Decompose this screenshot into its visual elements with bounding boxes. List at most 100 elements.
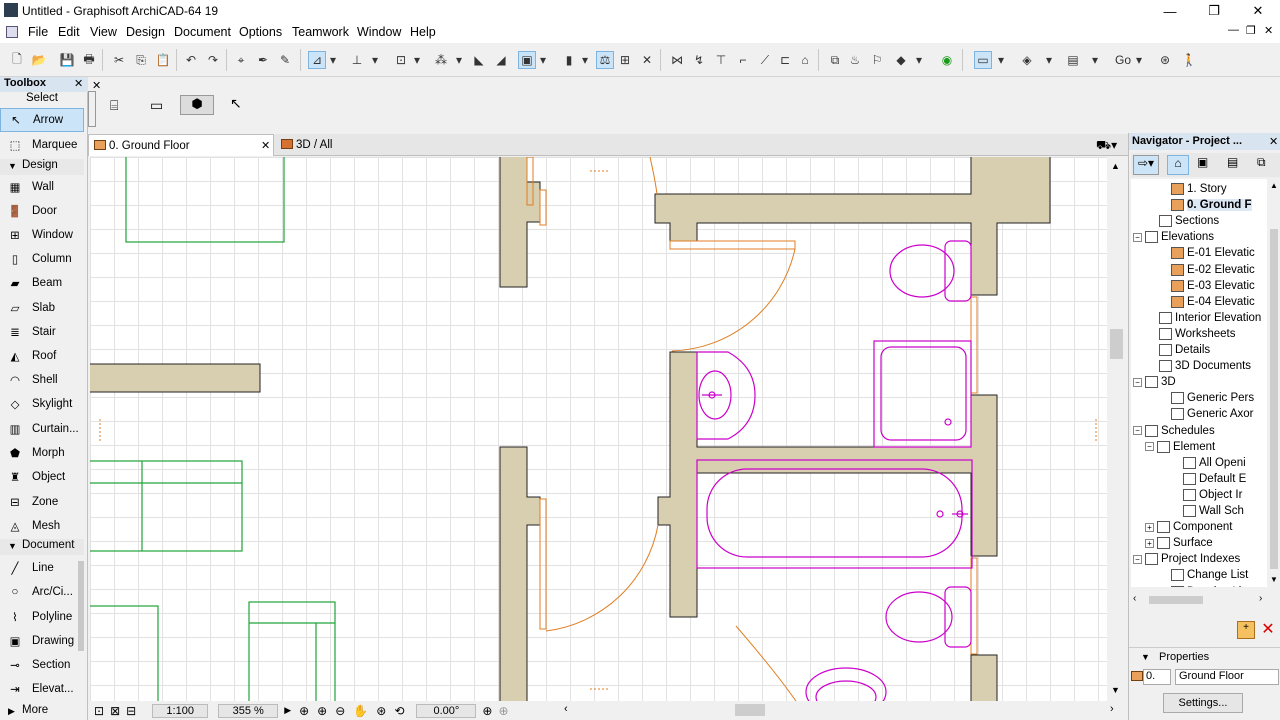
navigator-close-icon[interactable]: ✕ (1269, 135, 1278, 148)
mdi-close-icon[interactable]: ✕ (1264, 24, 1273, 37)
navigator-item[interactable]: E-02 Elevatic (1171, 262, 1255, 278)
grid-snap-dropdown-icon[interactable]: ▾ (454, 51, 464, 69)
menu-options[interactable]: Options (239, 25, 282, 39)
orientation-field[interactable]: 0.00° (416, 703, 477, 718)
tool-object[interactable]: ♜ Object (0, 465, 84, 489)
settings-button[interactable]: Settings... (1163, 693, 1243, 713)
tree-toggle-icon[interactable]: − (1133, 232, 1142, 242)
navigator-item[interactable]: 0. Ground F (1171, 197, 1252, 213)
vertical-scroll-thumb[interactable] (1110, 329, 1123, 359)
tool-line[interactable]: ╱ Line (0, 556, 84, 580)
pen-icon[interactable]: ◢ (492, 51, 510, 69)
more-section-header[interactable]: ▶ More (0, 704, 84, 720)
canvas-vertical-scrollbar[interactable]: ▲ ▼ (1107, 157, 1126, 701)
navigator-item[interactable]: + Surface (1145, 535, 1213, 551)
tool-wall[interactable]: ▦ Wall (0, 175, 84, 199)
story-name-field[interactable]: Ground Floor (1175, 669, 1279, 685)
navigator-item[interactable]: Change List (1171, 567, 1248, 583)
find-select-icon[interactable]: ⌖ (232, 51, 250, 69)
navigator-h-scroll-thumb[interactable] (1149, 596, 1203, 604)
navigator-item[interactable]: Sections (1159, 213, 1219, 229)
tab-list-icon[interactable]: ⛟▾ (1096, 138, 1117, 154)
zoom-previous-icon[interactable]: ⊕ (498, 704, 508, 718)
navigator-item[interactable]: − Elevations (1133, 229, 1214, 245)
print-icon[interactable]: 🖶 (80, 51, 98, 69)
tool-arc-circle[interactable]: ○ Arc/Ci... (0, 580, 84, 604)
floor-plan-canvas[interactable] (90, 157, 1107, 701)
tool-roof[interactable]: ◭ Roof (0, 344, 84, 368)
element-view-icon[interactable]: ⧉ (826, 51, 844, 69)
tree-toggle-icon[interactable]: − (1145, 442, 1154, 452)
pan-icon[interactable]: ✋ (353, 704, 368, 718)
redo-icon[interactable]: ↷ (204, 51, 222, 69)
design-section-header[interactable]: ▼ Design (0, 159, 84, 175)
zoom-field[interactable]: 355 % (218, 703, 279, 718)
horizontal-scroll-thumb[interactable] (735, 704, 765, 716)
tool-window[interactable]: ⊞ Window (0, 223, 84, 247)
navigator-item[interactable]: E-01 Elevatic (1171, 245, 1255, 261)
split-icon[interactable]: ⋈ (668, 51, 686, 69)
navigator-scrollbar[interactable]: ▲ ▼ (1268, 179, 1280, 587)
tool-mesh[interactable]: ◬ Mesh (0, 514, 84, 538)
view-map-icon[interactable]: ▣ (1197, 155, 1208, 169)
delete-icon[interactable]: ✕ (638, 51, 656, 69)
open-file-icon[interactable]: 📂 (30, 51, 48, 69)
scroll-up-icon[interactable]: ▲ (1270, 181, 1278, 190)
toolbox-close-icon[interactable]: ✕ (74, 77, 83, 90)
maximize-button[interactable]: ❐ (1192, 0, 1236, 22)
tree-toggle-icon[interactable]: − (1133, 377, 1142, 387)
delete-view-icon[interactable]: ✕ (1259, 621, 1277, 639)
tab-3d-all[interactable]: 3D / All (276, 134, 462, 156)
tree-toggle-icon[interactable]: − (1133, 554, 1142, 564)
story-id-field[interactable]: 0. (1143, 669, 1171, 685)
scroll-left-icon[interactable]: ‹ (564, 703, 568, 715)
view-dropdown-icon[interactable]: ▾ (996, 51, 1006, 69)
go-dropdown-icon[interactable]: ▾ (1134, 51, 1144, 69)
quick-select-icon[interactable]: ⬢ (180, 95, 214, 115)
menu-edit[interactable]: Edit (58, 25, 80, 39)
navigator-item[interactable]: Interior Elevation (1159, 310, 1261, 326)
measure-icon[interactable]: ⊞ (616, 51, 634, 69)
document-icon[interactable] (6, 26, 18, 38)
rotate-view-icon[interactable]: ⟲ (394, 704, 404, 718)
menu-file[interactable]: File (28, 25, 48, 39)
tab-close-icon[interactable]: ✕ (261, 139, 270, 152)
guide-lines-icon[interactable]: ⊥ (348, 51, 366, 69)
syringe-icon[interactable]: ✎ (276, 51, 294, 69)
scroll-left-icon[interactable]: ‹ (1133, 593, 1136, 604)
layout-book-icon[interactable]: ▤ (1227, 155, 1238, 169)
render-icon[interactable]: ◉ (938, 51, 956, 69)
undo-icon[interactable]: ↶ (182, 51, 200, 69)
zoom-to-selection-icon[interactable]: ⊕ (482, 704, 492, 718)
navigator-item[interactable]: 3D Documents (1159, 358, 1251, 374)
copy-icon[interactable]: ⎘ (132, 51, 150, 69)
walk-icon[interactable]: 🚶 (1180, 51, 1198, 69)
zoom-out-icon[interactable]: ⊖ (335, 704, 345, 718)
tool-morph[interactable]: ⬟ Morph (0, 441, 84, 465)
tool-elevation[interactable]: ⇥ Elevat... (0, 677, 84, 701)
scroll-right-icon[interactable]: › (1110, 703, 1114, 715)
navigator-item[interactable]: E-04 Elevatic (1171, 294, 1255, 310)
roof-trim-icon[interactable]: ⌂ (796, 51, 814, 69)
arrow-pointer-icon[interactable]: ↖ (230, 95, 242, 112)
navigator-item[interactable]: Worksheets (1159, 326, 1236, 342)
menu-design[interactable]: Design (126, 25, 165, 39)
navigator-horizontal-scrollbar[interactable]: ‹ › (1131, 593, 1269, 607)
3d-dropdown-icon[interactable]: ▾ (1044, 51, 1054, 69)
navigator-item[interactable]: Details (1159, 342, 1210, 358)
intersect-icon[interactable]: ⊤ (712, 51, 730, 69)
quick-options-icon[interactable]: ⊡ (94, 704, 104, 718)
tool-section[interactable]: ⊸ Section (0, 653, 84, 677)
tool-door[interactable]: 🚪 Door (0, 199, 84, 223)
tab-ground-floor[interactable]: 0. Ground Floor ✕ (88, 134, 274, 156)
toolbox-scrollbar[interactable] (78, 561, 84, 651)
grid-snap-icon[interactable]: ⁂ (432, 51, 450, 69)
info-box-handle[interactable] (88, 91, 96, 127)
canvas-horizontal-scrollbar[interactable]: ‹ › (560, 701, 1127, 719)
tree-toggle-icon[interactable]: + (1145, 522, 1154, 532)
tool-drawing[interactable]: ▣ Drawing (0, 629, 84, 653)
navigator-item[interactable]: − Element (1145, 439, 1215, 455)
navigator-item[interactable]: −3D (1133, 374, 1176, 390)
navigator-item[interactable]: 1. Story (1171, 181, 1227, 197)
layout-icon[interactable]: ▤ (1064, 51, 1082, 69)
